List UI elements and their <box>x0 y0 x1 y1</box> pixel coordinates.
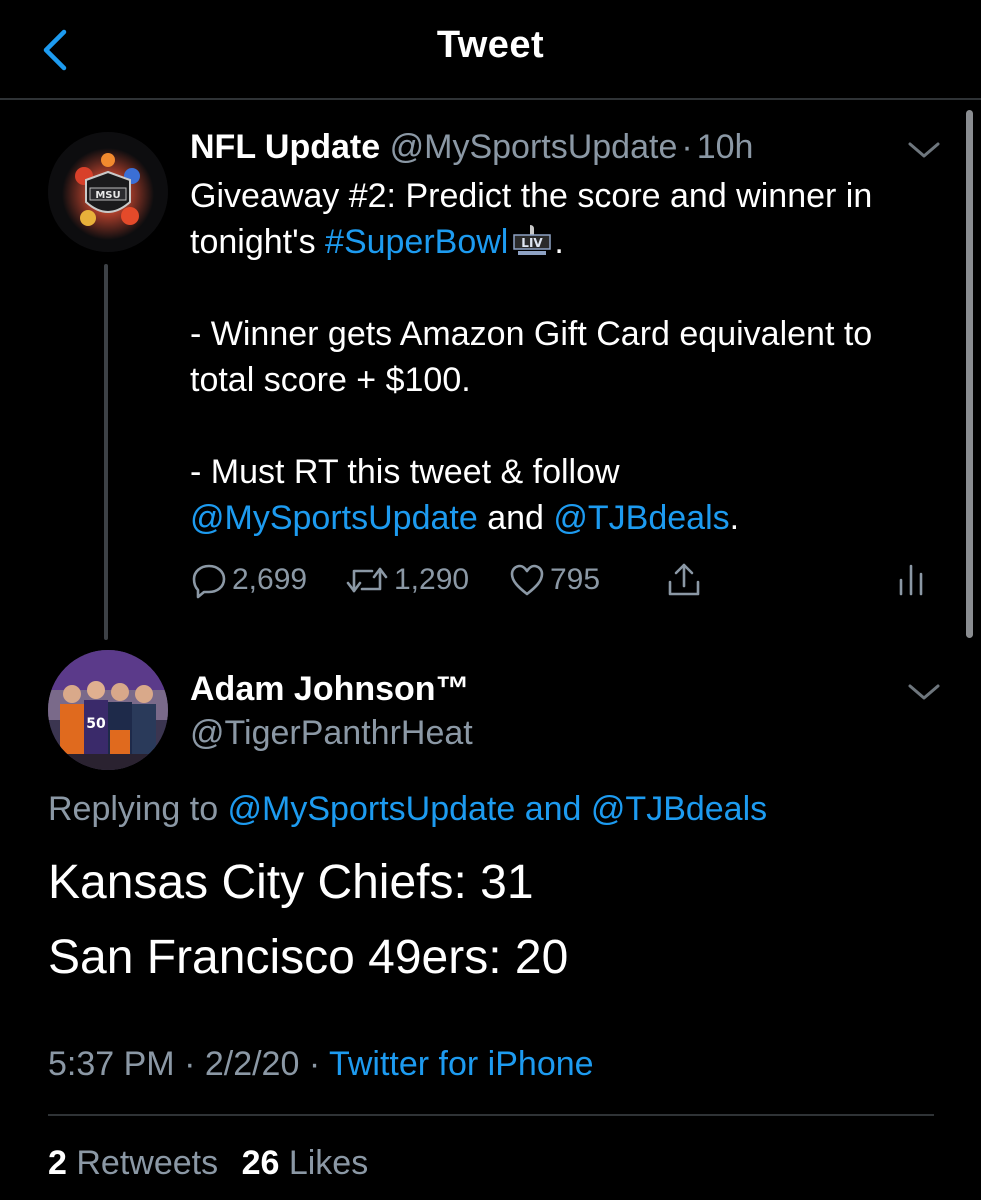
tweet-line: - Winner gets Amazon Gift Card equivalen… <box>190 315 873 353</box>
reply-count: 2,699 <box>232 563 308 596</box>
retweet-icon <box>346 567 388 593</box>
top-bar: Tweet <box>0 0 981 100</box>
avatar-nfl-update[interactable]: MSU <box>48 132 168 252</box>
chevron-down-icon[interactable] <box>906 140 942 160</box>
tweet-text-segment: . <box>554 223 564 261</box>
author-name[interactable]: NFL Update <box>190 128 380 166</box>
tweet-date: 2/2/20 <box>204 1045 300 1083</box>
mention-link[interactable]: @TJBdeals <box>553 499 729 537</box>
reply-text-line: San Francisco 49ers: 20 <box>48 931 569 984</box>
likes-label: Likes <box>288 1144 369 1182</box>
svg-text:LIV: LIV <box>522 236 544 250</box>
tweet-line: @MySportsUpdate and @TJBdeals. <box>190 495 950 541</box>
page-title: Tweet <box>436 24 545 66</box>
tweet-source-link[interactable]: Twitter for iPhone <box>329 1045 594 1083</box>
retweet-button[interactable]: 1,290 <box>344 558 469 602</box>
svg-text:50: 50 <box>86 716 106 732</box>
hashtag-link[interactable]: #SuperBowl <box>325 223 508 261</box>
tweet-line: - Must RT this tweet & follow <box>190 453 620 491</box>
super-bowl-liv-logo-icon: LIV <box>513 225 552 255</box>
tweet-actions: 2,699 1,290 795 <box>190 558 940 602</box>
avatar-adam-johnson[interactable]: 50 <box>48 650 168 770</box>
reply-icon <box>192 564 226 599</box>
tweet-line: Giveaway #2: Predict the score and winne… <box>190 177 873 215</box>
author-handle[interactable]: @MySportsUpdate <box>390 128 678 166</box>
retweet-count: 1,290 <box>394 563 470 596</box>
likes-count: 26 <box>241 1144 280 1182</box>
reply-button[interactable]: 2,699 <box>190 558 307 602</box>
msu-logo-text: MSU <box>95 190 120 201</box>
analytics-button[interactable] <box>896 558 926 602</box>
tweet-header: NFL Update @MySportsUpdate · 10h <box>190 128 753 167</box>
tweet-time[interactable]: 10h <box>697 128 754 166</box>
reply-text-line: Kansas City Chiefs: 31 <box>48 856 534 909</box>
replying-to-label: Replying to <box>48 790 228 828</box>
mention-link[interactable]: @MySportsUpdate <box>190 499 478 537</box>
tweet-stats: 2 Retweets 26 Likes <box>48 1144 368 1183</box>
analytics-icon <box>899 564 923 596</box>
tweet-line: tonight's #SuperBowl LIV. <box>190 219 950 265</box>
retweets-stat[interactable]: 2 Retweets <box>48 1144 218 1182</box>
tweet-text: Giveaway #2: Predict the score and winne… <box>190 173 950 541</box>
author-handle[interactable]: @TigerPanthrHeat <box>190 714 473 753</box>
tweet-line: total score + $100. <box>190 361 471 399</box>
tweet-text-segment: tonight's <box>190 223 326 261</box>
like-count: 795 <box>550 563 601 596</box>
share-button[interactable] <box>664 558 704 602</box>
separator-dot: · <box>681 128 693 166</box>
retweets-count: 2 <box>48 1144 67 1182</box>
divider <box>48 1114 934 1116</box>
separator-dot: · <box>174 1045 205 1083</box>
replying-to-mentions[interactable]: @MySportsUpdate and @TJBdeals <box>228 790 768 828</box>
chevron-down-icon[interactable] <box>906 682 942 702</box>
separator-dot: · <box>299 1045 329 1083</box>
retweets-label: Retweets <box>76 1144 219 1182</box>
tweet-timestamp: 5:37 PM <box>48 1045 175 1083</box>
tweet-text-segment: . <box>729 499 740 537</box>
msu-logo-image: MSU <box>48 132 168 252</box>
share-icon <box>668 563 700 596</box>
tweet-meta: 5:37 PM · 2/2/20 · Twitter for iPhone <box>48 1045 594 1084</box>
like-button[interactable]: 795 <box>508 558 600 602</box>
author-name[interactable]: Adam Johnson™ <box>190 670 470 709</box>
profile-photo-image: 50 <box>48 650 168 770</box>
tweet-text-segment: and <box>477 499 554 537</box>
replying-to: Replying to @MySportsUpdate and @TJBdeal… <box>48 790 767 829</box>
thread-line <box>104 264 108 640</box>
scrollbar[interactable] <box>966 110 973 638</box>
heart-icon <box>510 564 544 596</box>
likes-stat[interactable]: 26 Likes <box>242 1144 369 1182</box>
